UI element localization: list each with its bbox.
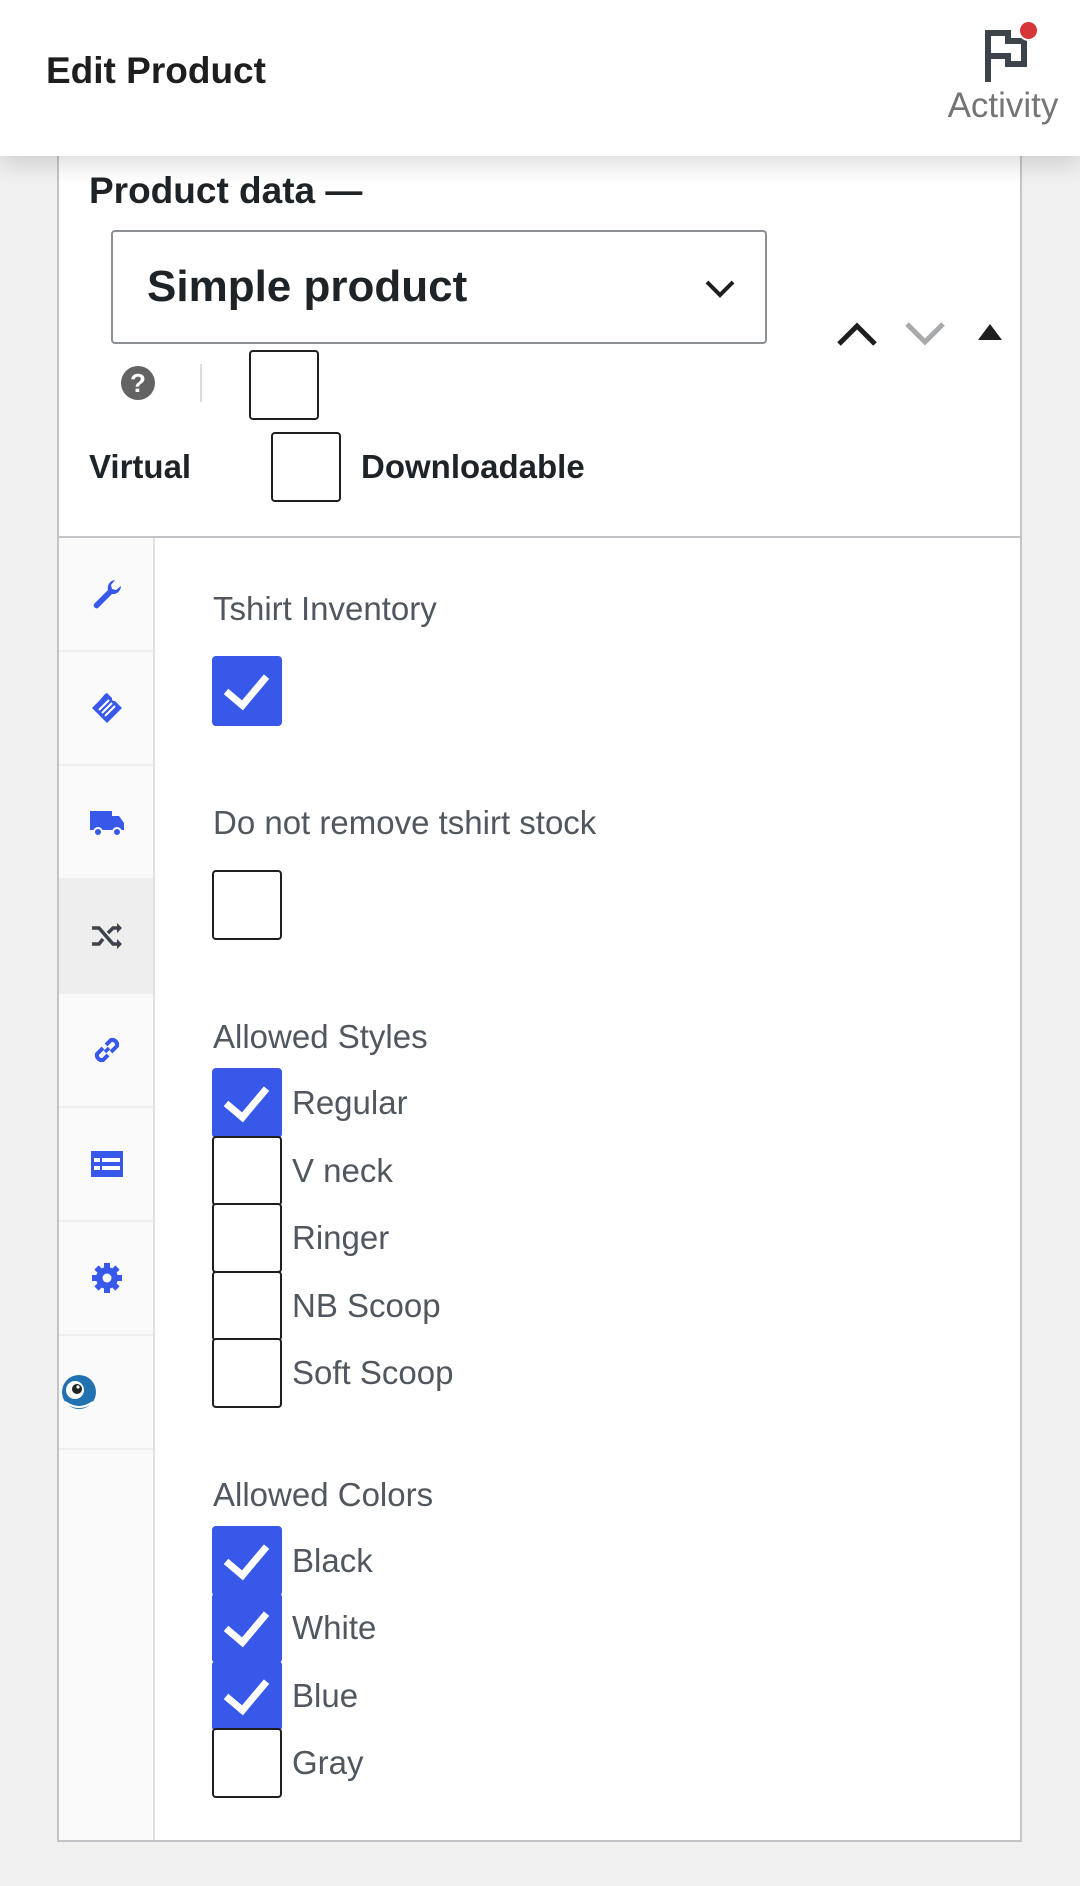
help-icon[interactable]: ? [121,366,155,400]
separator [200,364,202,402]
product-type-select[interactable]: Simple product [111,230,767,344]
downloadable-label: Downloadable [361,448,585,485]
plugin-logo-icon [62,1375,96,1409]
color-checkbox-white[interactable] [212,1593,282,1663]
tab-attributes[interactable] [59,1108,153,1222]
product-data-tabs [59,538,155,1840]
color-label-blue: Blue [292,1677,359,1714]
notification-dot [1018,20,1039,41]
color-label-gray: Gray [292,1744,364,1781]
do-not-remove-stock-checkbox[interactable] [212,870,282,940]
tab-inventory[interactable] [59,652,153,766]
color-checkbox-blue[interactable] [212,1661,282,1731]
product-data-panel: Product data — Simple product ? Virtual … [57,150,1022,1842]
divider [59,536,1020,538]
tab-general[interactable] [59,538,153,652]
chevron-down-icon [705,280,735,298]
move-up-icon[interactable] [835,318,879,348]
list-table-icon [91,1151,123,1177]
virtual-checkbox[interactable] [249,350,319,420]
style-checkbox-v-neck[interactable] [212,1136,282,1206]
style-label-regular: Regular [292,1084,408,1121]
activity-label: Activity [947,86,1059,125]
tshirt-inventory-checkbox[interactable] [212,656,282,726]
tab-shipping[interactable] [59,766,153,880]
style-checkbox-regular[interactable] [212,1068,282,1138]
collapse-panel-icon[interactable] [977,322,1003,342]
tab-custom-fields[interactable] [59,880,153,994]
style-checkbox-ringer[interactable] [212,1203,282,1273]
product-data-heading: Product data — [89,170,363,211]
shuffle-icon [92,923,122,949]
truck-icon [90,811,124,837]
allowed-colors-label: Allowed Colors [213,1476,434,1513]
style-checkbox-soft-scoop[interactable] [212,1338,282,1408]
allowed-styles-label: Allowed Styles [213,1018,428,1055]
link-icon [94,1037,120,1063]
downloadable-checkbox[interactable] [271,432,341,502]
style-label-soft-scoop: Soft Scoop [292,1354,454,1391]
style-label-nb-scoop: NB Scoop [292,1287,441,1324]
tshirt-inventory-label: Tshirt Inventory [213,590,437,627]
gear-icon [92,1263,122,1293]
virtual-label: Virtual [89,448,192,485]
color-label-white: White [292,1609,377,1646]
move-down-icon[interactable] [903,318,947,348]
page-title: Edit Product [46,50,266,91]
product-type-value: Simple product [147,262,468,311]
style-label-ringer: Ringer [292,1219,390,1256]
activity-button[interactable]: Activity [938,20,1068,130]
tab-plugin[interactable] [59,1336,153,1450]
wrench-icon [93,580,122,609]
style-checkbox-nb-scoop[interactable] [212,1271,282,1341]
color-checkbox-gray[interactable] [212,1728,282,1798]
top-bar: Edit Product Activity [0,0,1080,156]
tab-linked-products[interactable] [59,994,153,1108]
tab-advanced[interactable] [59,1222,153,1336]
tag-icon [92,693,122,723]
color-checkbox-black[interactable] [212,1526,282,1596]
style-label-v-neck: V neck [292,1152,393,1189]
color-label-black: Black [292,1542,373,1579]
do-not-remove-stock-label: Do not remove tshirt stock [213,804,597,841]
